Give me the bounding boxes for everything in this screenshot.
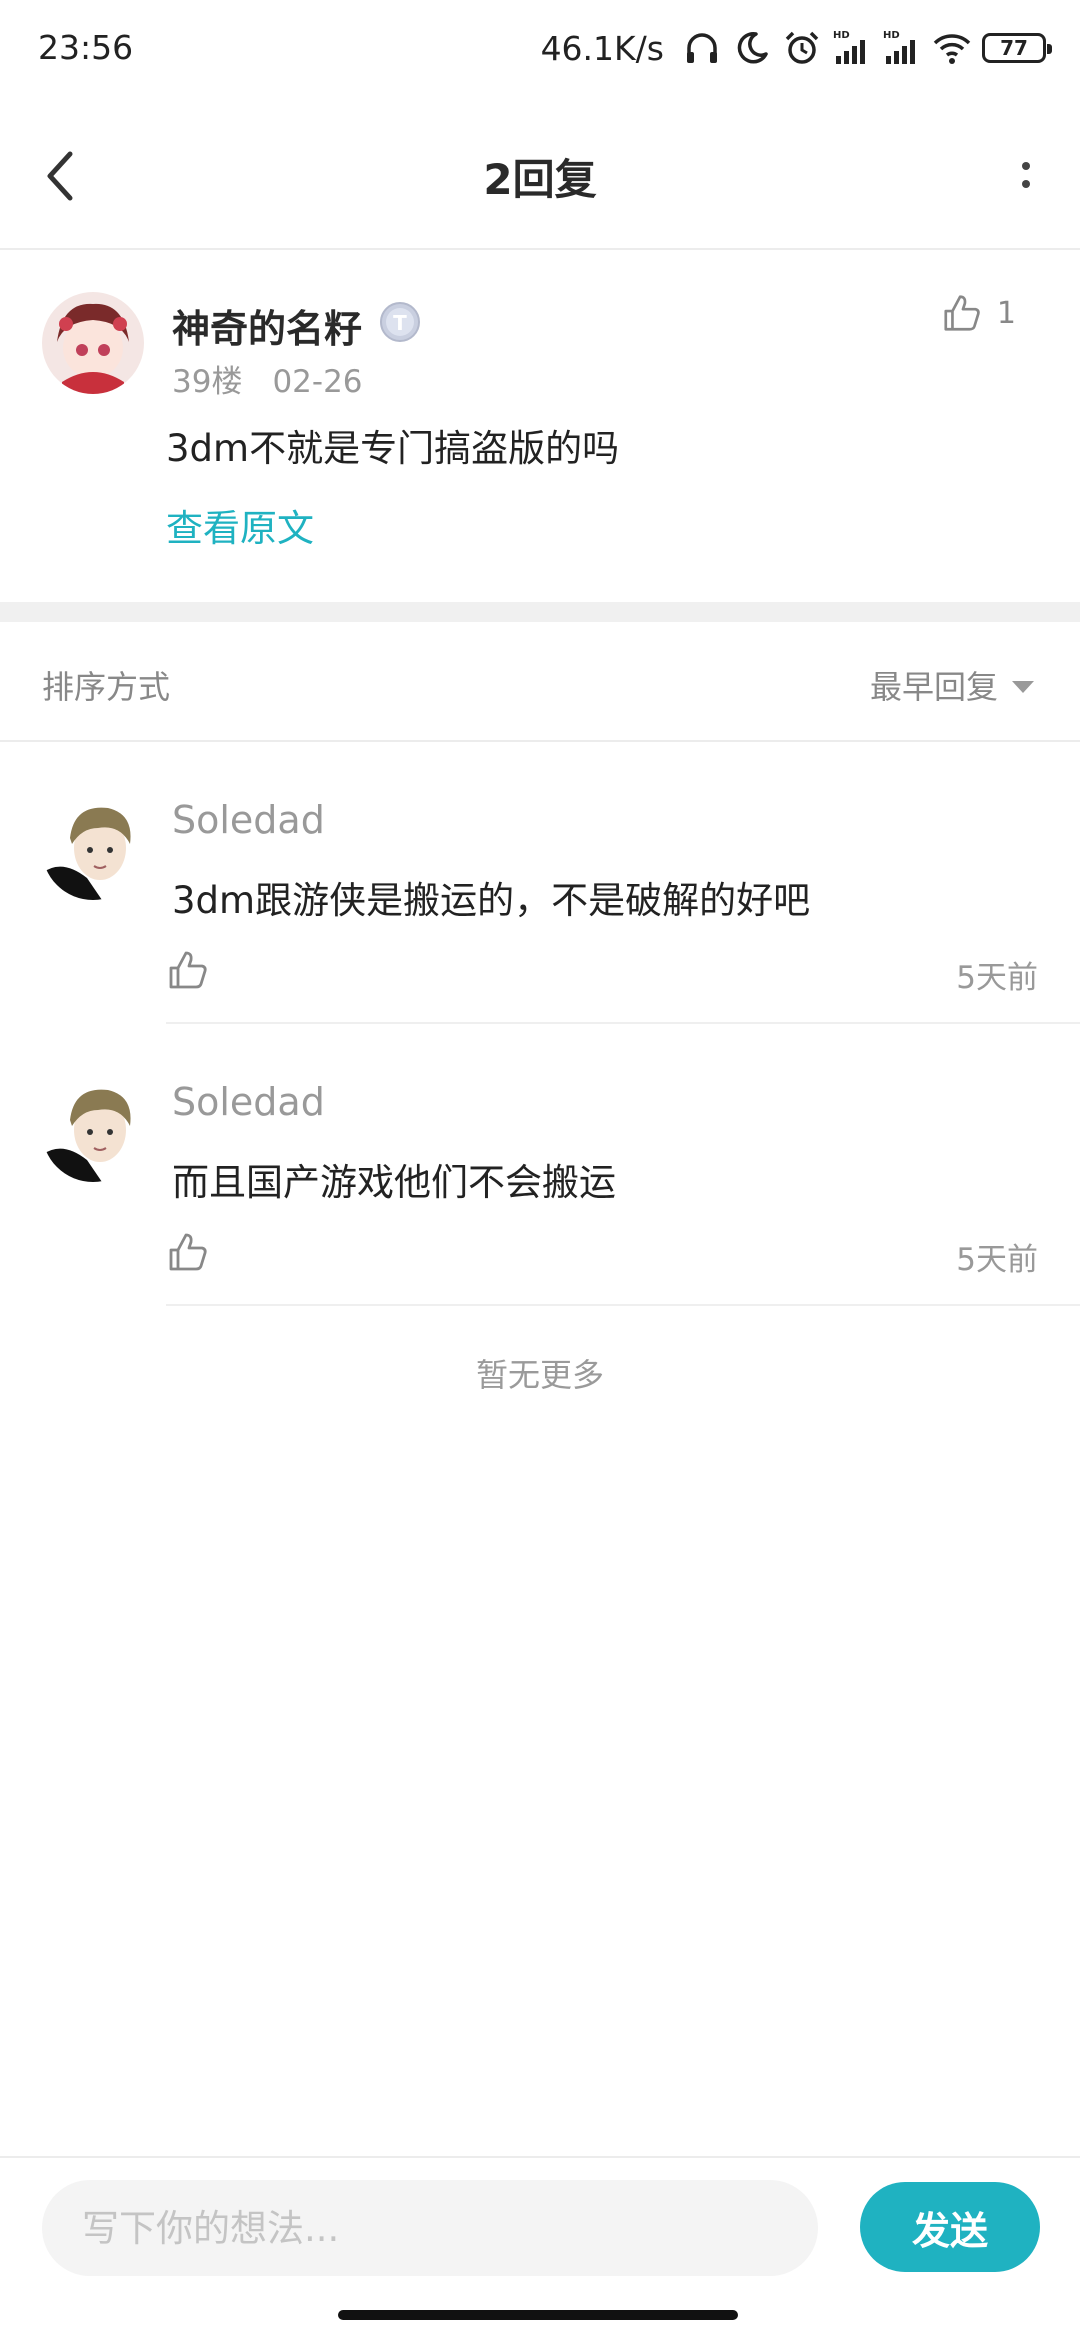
signal-hd-icon: HD xyxy=(883,30,915,64)
caret-down-icon xyxy=(1012,681,1034,693)
sort-label: 排序方式 xyxy=(42,668,171,706)
svg-text:T: T xyxy=(393,311,407,335)
wifi-icon xyxy=(933,34,971,64)
reply-author[interactable]: Soledad xyxy=(172,1080,325,1124)
alarm-icon xyxy=(785,31,819,64)
svg-text:HD: HD xyxy=(833,30,850,41)
author-name[interactable]: 神奇的名籽 xyxy=(172,298,362,353)
like-button[interactable]: 1 xyxy=(941,292,1016,334)
thumbs-up-icon xyxy=(944,295,980,331)
status-time: 23:56 xyxy=(38,28,134,67)
level-badge: T xyxy=(378,300,422,344)
svg-text:HD: HD xyxy=(883,30,900,41)
top-app-bar: 2回复 xyxy=(0,112,1080,248)
reply-author[interactable]: Soledad xyxy=(172,798,325,842)
comment-input[interactable] xyxy=(42,2180,818,2276)
floor-number: 39楼 xyxy=(172,364,243,400)
header-divider xyxy=(0,248,1080,250)
comment-date: 02-26 xyxy=(272,364,363,400)
avatar-illustration xyxy=(42,1080,144,1182)
comment-text: 3dm不就是专门搞盗版的吗 xyxy=(166,427,620,470)
battery-icon: 77 xyxy=(982,33,1052,63)
reply-avatar[interactable] xyxy=(42,1080,144,1182)
avatar-illustration xyxy=(42,798,144,900)
reply-time: 5天前 xyxy=(956,960,1038,996)
more-options-button[interactable] xyxy=(1006,140,1046,210)
avatar[interactable] xyxy=(42,292,144,394)
more-vertical-icon xyxy=(1022,162,1030,170)
page-title: 2回复 xyxy=(483,155,597,204)
reply-avatar[interactable] xyxy=(42,798,144,900)
send-button[interactable]: 发送 xyxy=(860,2182,1040,2272)
status-icons: 46.1K/s HD HD 77 xyxy=(540,24,1052,72)
like-count: 1 xyxy=(996,295,1016,331)
sort-selected-value: 最早回复 xyxy=(869,668,998,706)
thumbs-up-icon[interactable] xyxy=(166,948,210,992)
avatar-illustration xyxy=(42,292,144,394)
reply-time: 5天前 xyxy=(956,1242,1038,1278)
section-separator xyxy=(0,602,1080,622)
view-original-link[interactable]: 查看原文 xyxy=(166,498,314,552)
reply-text: 而且国产游戏他们不会搬运 xyxy=(172,1161,616,1204)
no-more-text: 暂无更多 xyxy=(475,1356,604,1394)
battery-level: 77 xyxy=(1000,36,1028,60)
sort-divider xyxy=(0,740,1080,742)
status-bar: 23:56 46.1K/s HD HD 77 xyxy=(0,0,1080,96)
headphones-icon xyxy=(687,33,717,63)
thumbs-up-icon[interactable] xyxy=(166,1230,210,1274)
reply-divider xyxy=(166,1022,1080,1024)
moon-icon xyxy=(737,32,768,64)
sort-dropdown[interactable]: 最早回复 xyxy=(870,662,1034,708)
comment-meta: 39楼 02-26 xyxy=(172,356,363,401)
reply-text: 3dm跟游侠是搬运的，不是破解的好吧 xyxy=(172,879,811,922)
network-speed: 46.1K/s xyxy=(540,28,664,68)
home-indicator[interactable] xyxy=(338,2310,738,2320)
reply-divider xyxy=(166,1304,1080,1306)
signal-hd-icon: HD xyxy=(833,30,865,64)
badge-icon: T xyxy=(380,302,420,342)
more-dot xyxy=(1022,180,1030,188)
